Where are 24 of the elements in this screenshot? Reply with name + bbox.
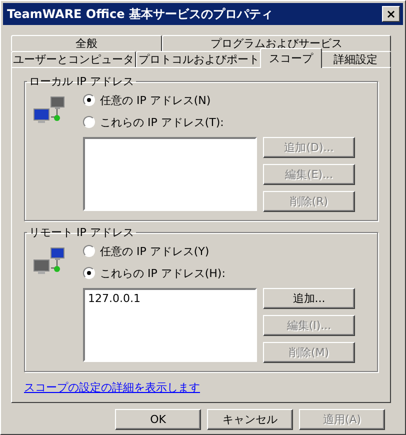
radio-label[interactable]: これらの IP アドレス(T): [100,114,224,130]
radio-button[interactable] [83,245,95,257]
dialog-button[interactable]: キャンセル [207,409,293,430]
close-button[interactable]: × [382,6,400,22]
group-title: リモート IP アドレス [28,225,135,240]
list-item[interactable]: 127.0.0.1 [88,292,252,305]
radio-button[interactable] [83,267,95,279]
tab[interactable]: 全般 [11,35,162,51]
group-title: ローカル IP アドレス [28,74,135,89]
action-button[interactable]: 追加... [263,288,355,309]
tab[interactable]: 詳細設定 [320,51,391,67]
radio-label[interactable]: これらの IP アドレス(H): [100,266,226,280]
radio-button[interactable] [83,94,95,106]
address-list[interactable]: 127.0.0.1 [83,288,257,362]
address-list[interactable] [83,137,257,211]
tab[interactable]: ユーザーとコンピュータ [11,51,136,67]
window-title: TeamWARE Office 基本サービスのプロパティ [7,6,273,22]
radio-label[interactable]: 任意の IP アドレス(N) [100,92,211,108]
tab[interactable]: スコープ [260,48,322,68]
dialog-button[interactable]: OK [115,409,201,430]
radio-label[interactable]: 任意の IP アドレス(Y) [100,244,210,258]
tab[interactable]: プロトコルおよびポート [136,51,262,67]
radio-button[interactable] [83,116,95,128]
details-link[interactable]: スコープの設定の詳細を表示します [24,380,200,395]
